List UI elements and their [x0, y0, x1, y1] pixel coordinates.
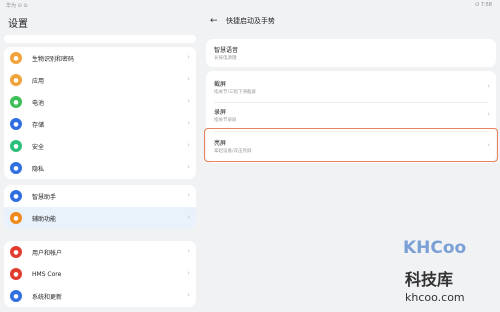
settings-group-3: ● 用户和帐户 › ● HMS Core › ● 系统和更新 › — [4, 241, 196, 307]
accessibility-icon: ● — [10, 212, 22, 224]
shield-icon: ● — [10, 140, 22, 152]
sidebar-item-label: 用户和帐户 — [32, 249, 63, 257]
status-bar: 华为 ⊙ ⊙ ⏻ 7:58 — [0, 0, 500, 11]
settings-sidebar: 设置 ● 生物识别和密码 › ● 应用 › ● 电池 › ● 存储 › ● 安全 › ● 隐私 › ● 智慧助手 › ●… — [0, 11, 200, 312]
chevron-right-icon: › — [487, 110, 490, 118]
chevron-right-icon: › — [187, 163, 190, 171]
chevron-right-icon: › — [187, 97, 190, 105]
chevron-right-icon: › — [187, 75, 190, 83]
sidebar-item-label: 系统和更新 — [32, 293, 63, 301]
item-smart-voice[interactable]: 智慧语音 长按电源键 — [206, 39, 496, 67]
sidebar-item[interactable]: ● 辅助功能 › — [4, 207, 196, 229]
sidebar-item[interactable]: ● 存储 › — [4, 113, 196, 135]
sidebar-item-label: 辅助功能 — [32, 215, 57, 223]
status-right: ⏻ 7:58 — [475, 2, 492, 8]
settings-group-2: ● 智慧助手 › ● 辅助功能 › — [4, 185, 196, 229]
watermark-url: khcoo.com — [405, 291, 465, 304]
chevron-right-icon: › — [187, 213, 190, 221]
sidebar-item[interactable]: ● 应用 › — [4, 69, 196, 91]
sidebar-item[interactable]: ● 系统和更新 › — [4, 285, 196, 307]
back-arrow-icon[interactable]: ← — [210, 16, 218, 26]
status-left: 华为 ⊙ ⊙ — [6, 3, 28, 9]
apps-icon: ● — [10, 74, 22, 86]
panel-title: 快捷启动及手势 — [226, 17, 275, 25]
watermark-cn: 科技库 — [405, 270, 454, 289]
watermark-logo: KHCoo — [403, 238, 467, 258]
item-title: 截屏 — [214, 81, 227, 88]
storage-icon: ● — [10, 118, 22, 130]
chevron-right-icon: › — [187, 291, 190, 299]
chevron-right-icon: › — [187, 53, 190, 61]
sidebar-item-label: 智慧助手 — [32, 193, 57, 201]
highlight-box — [204, 128, 498, 162]
settings-group-1: ● 生物识别和密码 › ● 应用 › ● 电池 › ● 存储 › ● 安全 › ● 隐私 › — [4, 47, 196, 179]
watermark: KHCoo 科技库 khcoo.com — [395, 236, 499, 312]
sidebar-item-label: 隐私 — [32, 165, 45, 173]
item-title: 智慧语音 — [214, 47, 239, 54]
chevron-right-icon: › — [187, 141, 190, 149]
sidebar-item-label: 存储 — [32, 121, 45, 129]
sidebar-item[interactable]: ● 电池 › — [4, 91, 196, 113]
privacy-icon: ● — [10, 162, 22, 174]
voice-card: 智慧语音 长按电源键 — [206, 39, 496, 67]
sidebar-item-label: 应用 — [32, 77, 45, 85]
sidebar-item[interactable]: ● 隐私 › — [4, 157, 196, 179]
chevron-right-icon: › — [487, 82, 490, 90]
top-card-edge — [4, 35, 196, 43]
chevron-right-icon: › — [187, 247, 190, 255]
hms-icon: ● — [10, 268, 22, 280]
sidebar-item[interactable]: ● 安全 › — [4, 135, 196, 157]
sidebar-item-label: 电池 — [32, 99, 45, 107]
battery-icon: ● — [10, 96, 22, 108]
sidebar-item-label: HMS Core — [32, 270, 62, 278]
sidebar-item[interactable]: ● 智慧助手 › — [4, 185, 196, 207]
sidebar-item-label: 安全 — [32, 143, 45, 151]
item-subtitle: 指关节录屏 — [214, 118, 237, 123]
item-subtitle: 长按电源键 — [214, 56, 237, 61]
sidebar-item[interactable]: ● 生物识别和密码 › — [4, 47, 196, 69]
system-icon: ● — [10, 290, 22, 302]
item-screenshot[interactable]: 截屏 指关节/三指下滑截屏 › — [206, 73, 496, 101]
chevron-right-icon: › — [187, 119, 190, 127]
assistant-icon: ● — [10, 190, 22, 202]
item-subtitle: 指关节/三指下滑截屏 — [214, 90, 257, 95]
item-screen-record[interactable]: 录屏 指关节录屏 › — [206, 101, 496, 129]
page-title: 设置 — [8, 19, 28, 30]
chevron-right-icon: › — [187, 269, 190, 277]
key-icon: ● — [10, 52, 22, 64]
sidebar-item-label: 生物识别和密码 — [32, 55, 75, 63]
item-title: 录屏 — [214, 109, 227, 116]
chevron-right-icon: › — [187, 191, 190, 199]
sidebar-item[interactable]: ● HMS Core › — [4, 263, 196, 285]
sidebar-item[interactable]: ● 用户和帐户 › — [4, 241, 196, 263]
user-icon: ● — [10, 246, 22, 258]
